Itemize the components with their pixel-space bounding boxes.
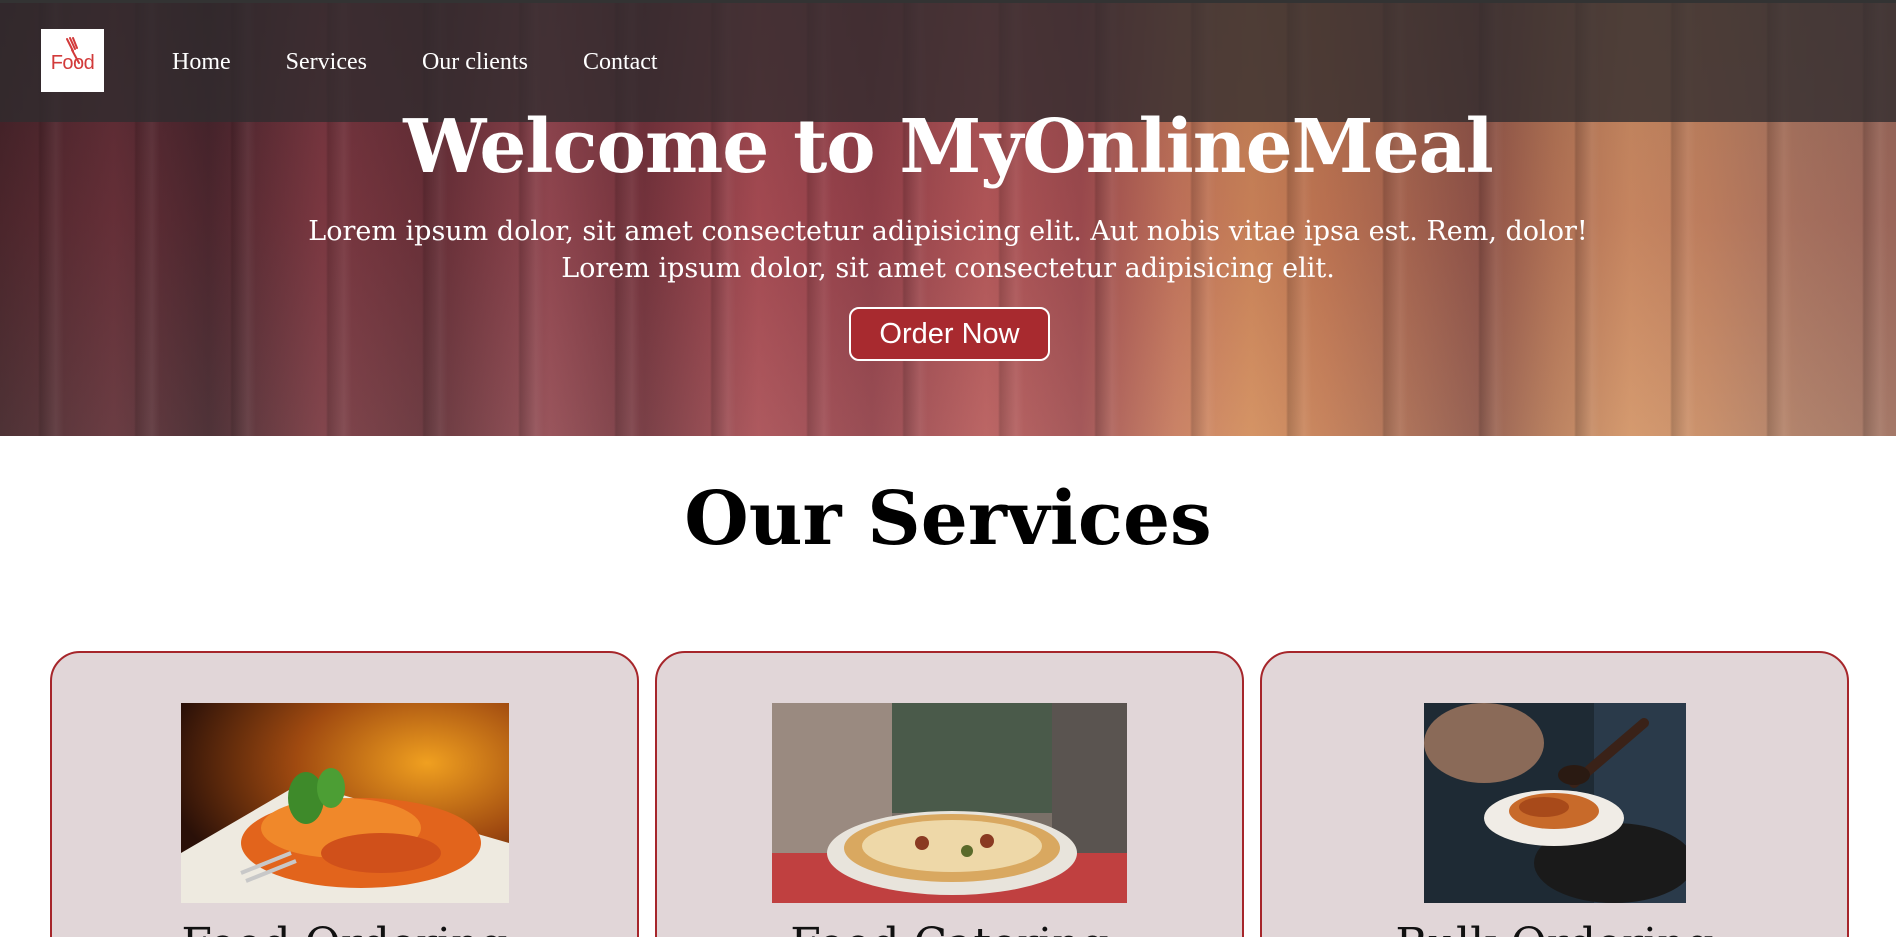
service-card-food-ordering[interactable]: Food Ordering bbox=[50, 651, 639, 937]
nav-link-contact[interactable]: Contact bbox=[583, 49, 658, 76]
hero-subtitle-line-1: Lorem ipsum dolor, sit amet consectetur … bbox=[308, 216, 1588, 247]
service-card-food-catering[interactable]: Food Catering bbox=[655, 651, 1244, 937]
services-title: Our Services bbox=[684, 476, 1212, 562]
plated-dish-photo bbox=[1424, 703, 1686, 903]
hero-subtitle: Lorem ipsum dolor, sit amet consectetur … bbox=[300, 213, 1596, 287]
nav-link-services[interactable]: Services bbox=[286, 49, 367, 76]
nav-link-our-clients[interactable]: Our clients bbox=[422, 49, 528, 76]
logo[interactable]: Food bbox=[41, 29, 104, 92]
order-now-button[interactable]: Order Now bbox=[849, 307, 1050, 361]
fork-icon bbox=[66, 37, 80, 64]
hero-title: Welcome to MyOnlineMeal bbox=[403, 104, 1493, 190]
nav-link-home[interactable]: Home bbox=[172, 49, 231, 76]
hero-subtitle-line-2: Lorem ipsum dolor, sit amet consectetur … bbox=[561, 253, 1335, 284]
pasta-photo bbox=[181, 703, 509, 903]
pizza-photo bbox=[772, 703, 1127, 903]
nav-links: Home Services Our clients Contact bbox=[172, 49, 658, 76]
card-title: Bulk Ordering bbox=[1262, 919, 1847, 937]
card-title: Food Ordering bbox=[52, 919, 637, 937]
service-card-bulk-ordering[interactable]: Bulk Ordering bbox=[1260, 651, 1849, 937]
card-title: Food Catering bbox=[657, 919, 1242, 937]
hero-section: Food Home Services Our clients Contact W… bbox=[0, 0, 1896, 436]
